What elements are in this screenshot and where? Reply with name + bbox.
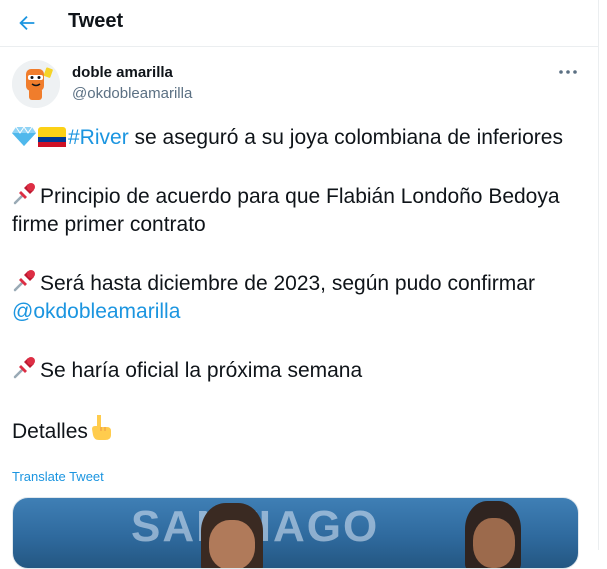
author-handle[interactable]: @okdobleamarilla	[72, 85, 192, 102]
more-button[interactable]	[552, 58, 584, 86]
orange-mascot-avatar-icon	[12, 60, 60, 108]
author-display-name[interactable]: doble amarilla	[72, 64, 173, 81]
tweet-line-2-text: Principio de acuerdo para que Flabián Lo…	[12, 185, 560, 236]
more-horizontal-icon	[559, 70, 577, 74]
back-button[interactable]	[9, 5, 45, 41]
column-divider	[598, 0, 599, 550]
tweet-line-5: Detalles	[12, 413, 587, 446]
tweet-line-4-text: Se haría oficial la próxima semana	[40, 359, 363, 382]
tweet-line-1: #River se aseguró a su joya colombiana d…	[12, 124, 587, 152]
diamond-emoji-icon	[12, 126, 36, 146]
tweet-line-5-text: Detalles	[12, 420, 88, 443]
tweet-line-1-text: se aseguró a su joya colombiana de infer…	[128, 126, 563, 149]
tweet-text: #River se aseguró a su joya colombiana d…	[12, 124, 587, 446]
media-person-right-face	[473, 518, 515, 568]
media-person-left-face	[209, 520, 255, 568]
tweet-media-image[interactable]: SANTIAGO	[12, 497, 579, 569]
colombia-flag-emoji-icon	[38, 127, 66, 147]
tweet-line-3-text: Será hasta diciembre de 2023, según pudo…	[40, 272, 535, 295]
page-title: Tweet	[68, 10, 124, 32]
pushpin-emoji-icon	[13, 357, 35, 379]
arrow-left-icon	[19, 15, 35, 31]
tweet-line-3: Será hasta diciembre de 2023, según pudo…	[12, 267, 587, 326]
pushpin-emoji-icon	[13, 183, 35, 205]
tweet-line-4: Se haría oficial la próxima semana	[12, 354, 587, 385]
pushpin-emoji-icon	[13, 270, 35, 292]
tweet-line-2: Principio de acuerdo para que Flabián Lo…	[12, 180, 587, 239]
author-avatar[interactable]	[12, 60, 60, 108]
pointing-down-emoji-icon	[91, 415, 111, 440]
translate-tweet-link[interactable]: Translate Tweet	[12, 469, 104, 484]
hashtag-river-link[interactable]: #River	[68, 126, 129, 149]
top-bar: Tweet	[0, 0, 598, 47]
mention-okdobleamarilla-link[interactable]: @okdobleamarilla	[12, 300, 180, 323]
